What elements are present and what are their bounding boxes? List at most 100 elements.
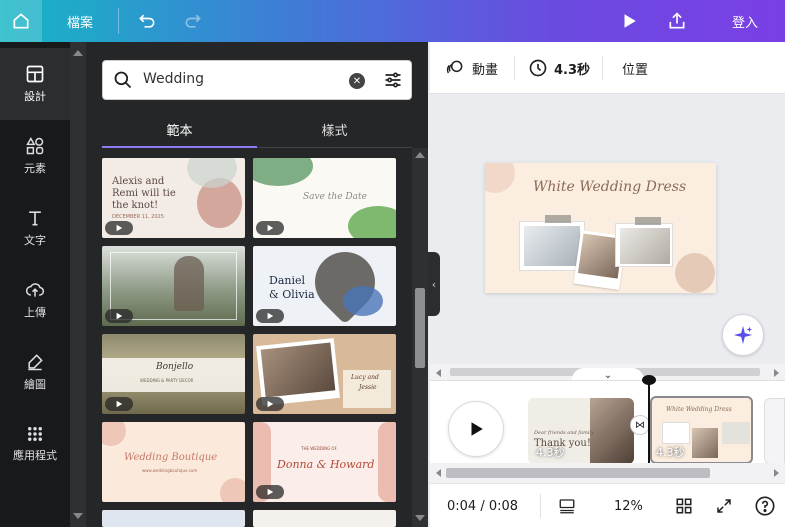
template-thumbnail[interactable] (253, 510, 396, 527)
scrollbar-thumb[interactable] (446, 468, 710, 478)
draw-icon (28, 354, 43, 371)
template-text: THE WEDDING OF (301, 446, 337, 451)
timeline-clip-selected[interactable]: White Wedding Dress 4.3秒 (650, 396, 753, 464)
help-button[interactable] (754, 484, 776, 527)
tab-templates[interactable]: 範本 (102, 110, 257, 148)
text-icon (29, 211, 41, 226)
chevron-left-icon: ‹ (431, 277, 437, 291)
collapse-panel-button[interactable]: ‹ (428, 252, 440, 316)
template-text: Remi will tie (112, 188, 176, 199)
playhead-handle[interactable] (642, 375, 656, 385)
scroll-down-icon (415, 515, 425, 521)
scroll-left-icon (436, 369, 441, 377)
redo-button[interactable] (178, 0, 208, 42)
template-text: Wedding Boutique (124, 452, 218, 463)
rail-item-draw[interactable]: 繪圖 (0, 336, 70, 408)
decor-blob (253, 158, 313, 186)
template-thumbnail[interactable]: Bonjello WEDDING & PARTY DECOR (102, 334, 245, 414)
rail-item-uploads[interactable]: 上傳 (0, 264, 70, 336)
rail-item-design[interactable]: 設計 (0, 48, 70, 120)
file-menu-button[interactable]: 檔案 (58, 0, 102, 42)
left-nav-rail: 設計 元素 文字 上傳 繪圖 應用程式 (0, 42, 70, 527)
timeline-play-button[interactable] (448, 401, 504, 457)
flower-decor (378, 422, 396, 502)
canvas-title[interactable]: White Wedding Dress (533, 179, 686, 195)
clip-photo (590, 398, 634, 464)
template-thumbnail[interactable]: Daniel & Olivia (253, 246, 396, 326)
animate-button[interactable]: 動畫 (444, 42, 498, 94)
clip-duration: 4.3秒 (536, 446, 565, 459)
video-badge (256, 309, 284, 323)
clip-text: White Wedding Dress (666, 406, 732, 413)
scrollbar-thumb[interactable] (415, 288, 425, 368)
position-button[interactable]: 位置 (622, 42, 648, 94)
duration-button[interactable]: 4.3秒 (528, 42, 590, 94)
play-icon (624, 14, 636, 28)
template-text: Daniel (269, 274, 306, 287)
transition-button[interactable]: ⋈ (630, 415, 650, 435)
filter-sliders-icon[interactable] (382, 70, 404, 90)
template-thumbnail[interactable]: Wedding Boutique www.weddingboutique.com (102, 422, 245, 502)
template-thumbnail[interactable]: THE WEDDING OF Donna & Howard (253, 422, 396, 502)
template-thumbnail[interactable]: Lucy and Jessie (253, 334, 396, 414)
timeline-clip[interactable]: Dear friends and family Thank you! 4.3秒 (528, 398, 634, 464)
scroll-right-icon (774, 469, 779, 477)
canvas-horizontal-scrollbar[interactable]: ⌄ (430, 364, 785, 382)
home-button[interactable] (0, 0, 42, 42)
sparkle-icon (733, 325, 753, 345)
transition-icon: ⋈ (635, 419, 645, 431)
timeline-horizontal-scrollbar[interactable] (430, 463, 785, 483)
redo-icon (185, 14, 201, 28)
clip-photo (692, 428, 718, 458)
fullscreen-button[interactable] (715, 484, 733, 527)
undo-button[interactable] (132, 0, 162, 42)
template-thumbnail[interactable]: Alexis and Remi will tie the knot! DECEM… (102, 158, 245, 238)
magic-assistant-button[interactable] (722, 314, 764, 356)
divider (514, 56, 515, 80)
tab-styles[interactable]: 樣式 (257, 110, 412, 148)
flower-decor (102, 422, 126, 446)
present-play-button[interactable] (612, 0, 646, 42)
share-button[interactable] (660, 0, 694, 42)
photo-image (260, 342, 336, 398)
add-page-button[interactable] (764, 398, 785, 464)
rail-item-apps[interactable]: 應用程式 (0, 408, 70, 480)
animate-label: 動畫 (472, 62, 499, 78)
play-icon (116, 400, 123, 408)
rail-label: 元素 (24, 162, 46, 175)
animate-icon (446, 60, 463, 74)
play-icon (471, 422, 483, 436)
rail-item-elements[interactable]: 元素 (0, 120, 70, 192)
search-input[interactable]: Wedding ✕ (102, 60, 412, 100)
rail-scrollbar[interactable] (70, 42, 86, 527)
page-view-button[interactable] (557, 484, 577, 527)
play-icon (267, 312, 274, 320)
clear-search-button[interactable]: ✕ (349, 73, 365, 89)
editor-toolbar: 動畫 4.3秒 位置 (430, 42, 785, 94)
rail-item-text[interactable]: 文字 (0, 192, 70, 264)
scroll-down-icon (73, 513, 83, 519)
template-text: Donna & Howard (277, 458, 375, 471)
login-button[interactable]: 登入 (720, 0, 770, 42)
clip-photo (722, 422, 750, 444)
top-bar: 檔案 登入 (0, 0, 785, 42)
template-thumbnail[interactable]: Save the Date (253, 158, 396, 238)
template-thumbnail[interactable] (102, 510, 245, 527)
clip-duration: 4.3秒 (656, 446, 685, 459)
leaf-decor (485, 163, 515, 193)
play-icon (116, 224, 123, 232)
play-icon (267, 400, 274, 408)
photo-frame[interactable] (519, 221, 585, 271)
duration-label: 4.3秒 (554, 62, 591, 78)
photo-frame[interactable] (615, 223, 673, 267)
decor-blob (348, 206, 396, 238)
panel-scrollbar[interactable] (412, 148, 428, 527)
apps-grid-icon (28, 427, 42, 441)
video-badge (256, 221, 284, 235)
template-thumbnail[interactable] (102, 246, 245, 326)
design-canvas[interactable]: White Wedding Dress (485, 163, 716, 293)
grid-view-button[interactable] (675, 484, 693, 527)
template-text: WEDDING & PARTY DECOR (140, 378, 194, 383)
scroll-left-icon (436, 469, 441, 477)
zoom-level[interactable]: 12% (614, 484, 643, 527)
